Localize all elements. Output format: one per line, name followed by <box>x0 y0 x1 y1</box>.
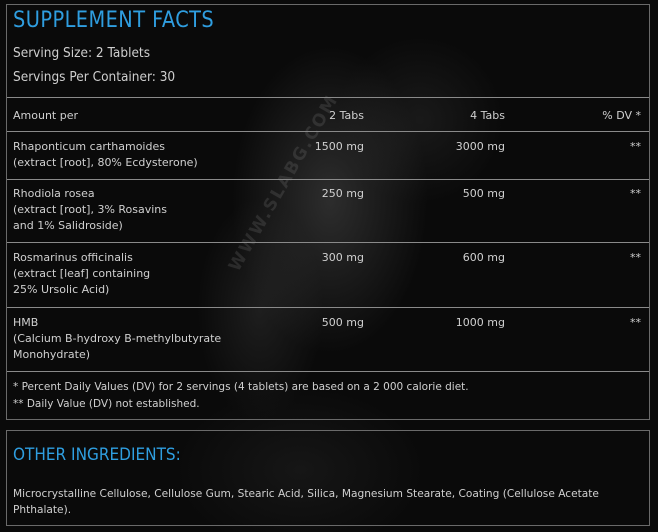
ingredient-name: Rosmarinus officinalis <box>13 251 133 264</box>
ingredient-detail: (extract [root], 80% Ecdysterone) <box>13 156 198 169</box>
footnote-dv: * Percent Daily Values (DV) for 2 servin… <box>13 381 469 393</box>
amount-4-tabs: 600 mg <box>462 251 505 264</box>
dv-value: ** <box>630 140 641 153</box>
dv-value: ** <box>630 316 641 329</box>
table-row-name: Rhodiola rosea (extract [root], 3% Rosav… <box>13 186 167 234</box>
header-4-tabs: 4 Tabs <box>470 109 505 122</box>
amount-2-tabs: 250 mg <box>321 187 364 200</box>
amount-4-tabs: 500 mg <box>462 187 505 200</box>
amount-2-tabs: 1500 mg <box>314 140 364 153</box>
table-row-name: HMB (Calcium B-hydroxy B-methylbutyrate … <box>13 315 221 363</box>
other-ingredients-panel: OTHER INGREDIENTS: Microcrystalline Cell… <box>6 430 650 526</box>
dv-value: ** <box>630 187 641 200</box>
divider <box>7 307 649 308</box>
divider <box>7 131 649 132</box>
footnote-not-established: ** Daily Value (DV) not established. <box>13 398 200 410</box>
dv-value: ** <box>630 251 641 264</box>
amount-4-tabs: 3000 mg <box>455 140 505 153</box>
ingredient-name: HMB <box>13 316 39 329</box>
table-row-name: Rhaponticum carthamoides (extract [root]… <box>13 139 198 171</box>
header-dv: % DV * <box>602 109 641 122</box>
divider <box>7 97 649 98</box>
ingredient-detail: and 1% Salidroside) <box>13 219 123 232</box>
header-2-tabs: 2 Tabs <box>329 109 364 122</box>
ingredient-detail: (extract [leaf] containing <box>13 267 151 280</box>
ingredient-detail: (Calcium B-hydroxy B-methylbutyrate <box>13 332 222 345</box>
ingredient-detail: Monohydrate) <box>13 348 91 361</box>
header-amount-per: Amount per <box>13 109 78 122</box>
ingredient-name: Rhodiola rosea <box>13 187 95 200</box>
amount-4-tabs: 1000 mg <box>455 316 505 329</box>
other-ingredients-title: OTHER INGREDIENTS: <box>13 445 181 465</box>
amount-2-tabs: 500 mg <box>321 316 364 329</box>
ingredient-detail: (extract [root], 3% Rosavins <box>13 203 168 216</box>
amount-2-tabs: 300 mg <box>321 251 364 264</box>
divider <box>7 242 649 243</box>
divider <box>7 179 649 180</box>
ingredient-detail: 25% Ursolic Acid) <box>13 283 110 296</box>
ingredient-name: Rhaponticum carthamoides <box>13 140 165 153</box>
facts-title: SUPPLEMENT FACTS <box>13 8 215 33</box>
table-row-name: Rosmarinus officinalis (extract [leaf] c… <box>13 250 150 298</box>
serving-size: Serving Size: 2 Tablets <box>13 45 151 61</box>
supplement-facts-panel: SUPPLEMENT FACTS Serving Size: 2 Tablets… <box>6 4 650 420</box>
servings-per-container: Servings Per Container: 30 <box>13 69 176 85</box>
divider <box>7 371 649 372</box>
other-ingredients-text: Microcrystalline Cellulose, Cellulose Gu… <box>13 488 599 516</box>
